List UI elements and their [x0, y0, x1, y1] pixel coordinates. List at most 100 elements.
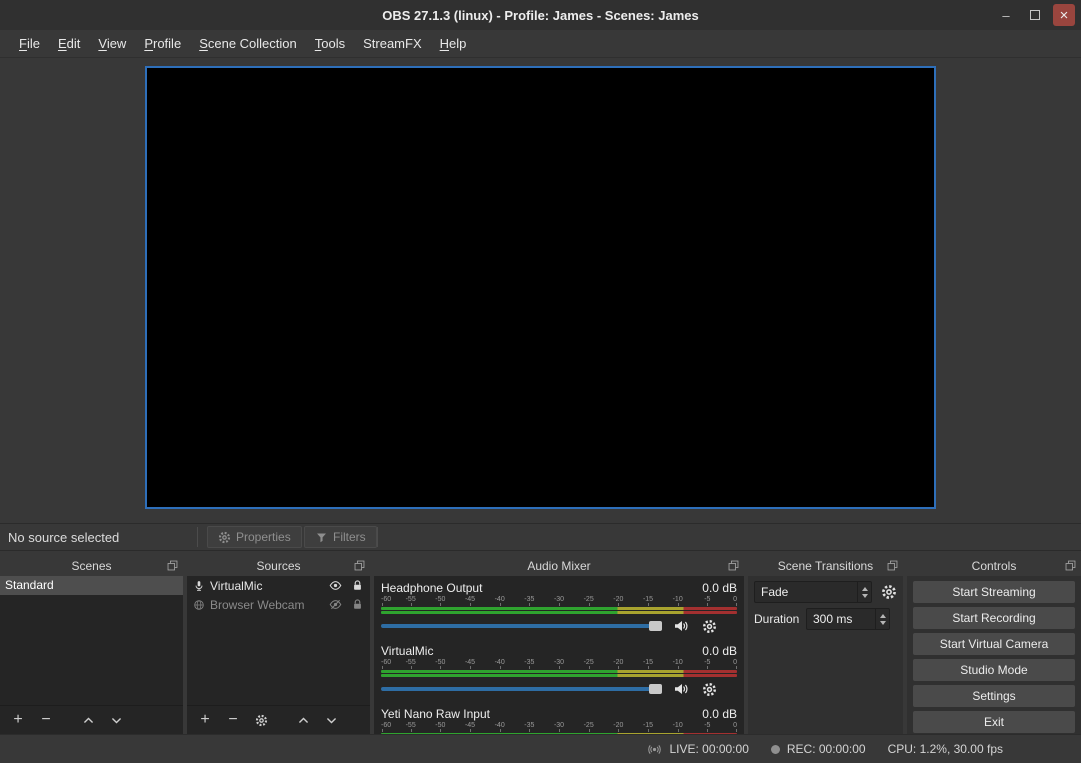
menu-item-help[interactable]: Help — [431, 32, 476, 55]
audio-mixer-dock-header[interactable]: Audio Mixer — [374, 556, 744, 576]
sources-dock-header[interactable]: Sources — [187, 556, 370, 576]
popout-icon[interactable] — [886, 559, 899, 572]
start-recording-button[interactable]: Start Recording — [913, 607, 1075, 629]
speaker-icon[interactable] — [673, 681, 689, 697]
popout-icon[interactable] — [727, 559, 740, 572]
scenes-dock-header[interactable]: Scenes — [0, 556, 183, 576]
volume-slider[interactable] — [381, 619, 662, 633]
arrow-up-icon — [862, 587, 868, 591]
move-scene-down-button[interactable] — [104, 709, 128, 731]
preview-canvas[interactable] — [145, 66, 936, 509]
menu-item-file[interactable]: File — [10, 32, 49, 55]
add-scene-button[interactable]: + — [6, 709, 30, 731]
cpu-fps-stats: CPU: 1.2%, 30.00 fps — [888, 742, 1003, 756]
volume-slider-track — [381, 687, 662, 691]
scene-transitions-dock-title: Scene Transitions — [778, 559, 873, 573]
volume-slider-handle[interactable] — [649, 684, 662, 694]
filters-button[interactable]: Filters — [304, 526, 377, 548]
meter-bar — [381, 670, 737, 673]
mixer-channel-volume: 0.0 dB — [702, 644, 737, 658]
arrow-down-icon — [862, 594, 868, 598]
transition-select-arrows[interactable] — [857, 582, 871, 602]
chevron-down-icon — [325, 714, 338, 727]
source-properties-button[interactable] — [249, 709, 273, 731]
mixer-channel-volume: 0.0 dB — [702, 581, 737, 595]
mixer-db-scale: -60-55-50-45-40-35-30-25-20-15-10-50 — [381, 595, 737, 606]
transition-select[interactable]: Fade — [754, 581, 872, 603]
exit-button[interactable]: Exit — [913, 711, 1075, 733]
meter-bar — [381, 611, 737, 614]
lock-icon[interactable] — [351, 579, 364, 592]
source-row-browser-webcam[interactable]: Browser Webcam — [187, 595, 370, 614]
mixer-gear-icon[interactable] — [702, 682, 717, 697]
menu-item-profile[interactable]: Profile — [135, 32, 190, 55]
scenes-toolbar: + − — [0, 705, 183, 734]
volume-slider[interactable] — [381, 682, 662, 696]
menu-item-scene-collection[interactable]: Scene Collection — [190, 32, 306, 55]
visibility-off-icon[interactable] — [329, 598, 342, 611]
toolbar-separator — [377, 527, 378, 547]
move-source-down-button[interactable] — [319, 709, 343, 731]
source-toolbar: No source selected Properties Filters — [0, 523, 1081, 551]
duration-spin-arrows[interactable] — [875, 609, 889, 629]
properties-button[interactable]: Properties — [207, 526, 302, 548]
move-scene-up-button[interactable] — [76, 709, 100, 731]
add-source-button[interactable]: + — [193, 709, 217, 731]
no-source-label: No source selected — [8, 530, 119, 545]
mixer-channel-volume: 0.0 dB — [702, 707, 737, 721]
popout-icon[interactable] — [166, 559, 179, 572]
scene-item-standard[interactable]: Standard — [0, 576, 183, 595]
obs-window: OBS 27.1.3 (linux) - Profile: James - Sc… — [0, 0, 1081, 763]
mixer-gear-icon[interactable] — [702, 619, 717, 634]
meter-bar — [381, 607, 737, 610]
filter-icon — [315, 531, 328, 544]
popout-icon[interactable] — [1064, 559, 1077, 572]
studio-mode-button[interactable]: Studio Mode — [913, 659, 1075, 681]
start-streaming-button[interactable]: Start Streaming — [913, 581, 1075, 603]
minimize-button[interactable]: – — [995, 4, 1017, 26]
gear-icon — [218, 531, 231, 544]
rec-time: REC: 00:00:00 — [787, 742, 866, 756]
visibility-icon[interactable] — [329, 579, 342, 592]
popout-icon[interactable] — [353, 559, 366, 572]
settings-button[interactable]: Settings — [913, 685, 1075, 707]
remove-source-button[interactable]: − — [221, 709, 245, 731]
close-button[interactable]: × — [1053, 4, 1075, 26]
meter-bar — [381, 674, 737, 677]
duration-value: 300 ms — [807, 612, 875, 626]
performance-status: CPU: 1.2%, 30.00 fps — [888, 742, 1003, 756]
rec-status: REC: 00:00:00 — [771, 742, 866, 756]
speaker-icon[interactable] — [673, 618, 689, 634]
mixer-level-meter — [381, 670, 737, 677]
volume-slider-handle[interactable] — [649, 621, 662, 631]
scenes-dock: Scenes Standard + − — [0, 556, 183, 734]
menu-item-view[interactable]: View — [89, 32, 135, 55]
mixer-channel-yeti-nano-raw-input: Yeti Nano Raw Input 0.0 dB -60-55-50-45-… — [381, 706, 737, 734]
scene-transitions-dock-header[interactable]: Scene Transitions — [748, 556, 903, 576]
menu-item-tools[interactable]: Tools — [306, 32, 354, 55]
mixer-channel-name: Headphone Output — [381, 581, 482, 595]
volume-slider-track — [381, 624, 662, 628]
move-source-up-button[interactable] — [291, 709, 315, 731]
title-bar[interactable]: OBS 27.1.3 (linux) - Profile: James - Sc… — [0, 0, 1081, 30]
window-controls: – × — [995, 4, 1075, 26]
transition-gear-icon[interactable] — [881, 584, 897, 600]
arrow-up-icon — [880, 614, 886, 618]
mic-icon — [193, 580, 205, 592]
menu-item-edit[interactable]: Edit — [49, 32, 89, 55]
menu-item-streamfx[interactable]: StreamFX — [354, 32, 431, 55]
source-row-virtualmic[interactable]: VirtualMic — [187, 576, 370, 595]
maximize-button[interactable] — [1024, 4, 1046, 26]
start-virtual-camera-button[interactable]: Start Virtual Camera — [913, 633, 1075, 655]
duration-spinbox[interactable]: 300 ms — [806, 608, 890, 630]
controls-dock-title: Controls — [972, 559, 1017, 573]
status-bar: LIVE: 00:00:00 REC: 00:00:00 CPU: 1.2%, … — [0, 734, 1081, 763]
menu-bar: FileEditViewProfileScene CollectionTools… — [0, 30, 1081, 58]
audio-mixer-dock: Audio Mixer Headphone Output 0.0 dB -60-… — [374, 556, 744, 734]
remove-scene-button[interactable]: − — [34, 709, 58, 731]
docks-row: Scenes Standard + − Sources VirtualMicBr — [0, 556, 1081, 734]
controls-dock-header[interactable]: Controls — [907, 556, 1081, 576]
lock-icon[interactable] — [351, 598, 364, 611]
scenes-dock-title: Scenes — [71, 559, 111, 573]
mixer-channel-name: VirtualMic — [381, 644, 433, 658]
